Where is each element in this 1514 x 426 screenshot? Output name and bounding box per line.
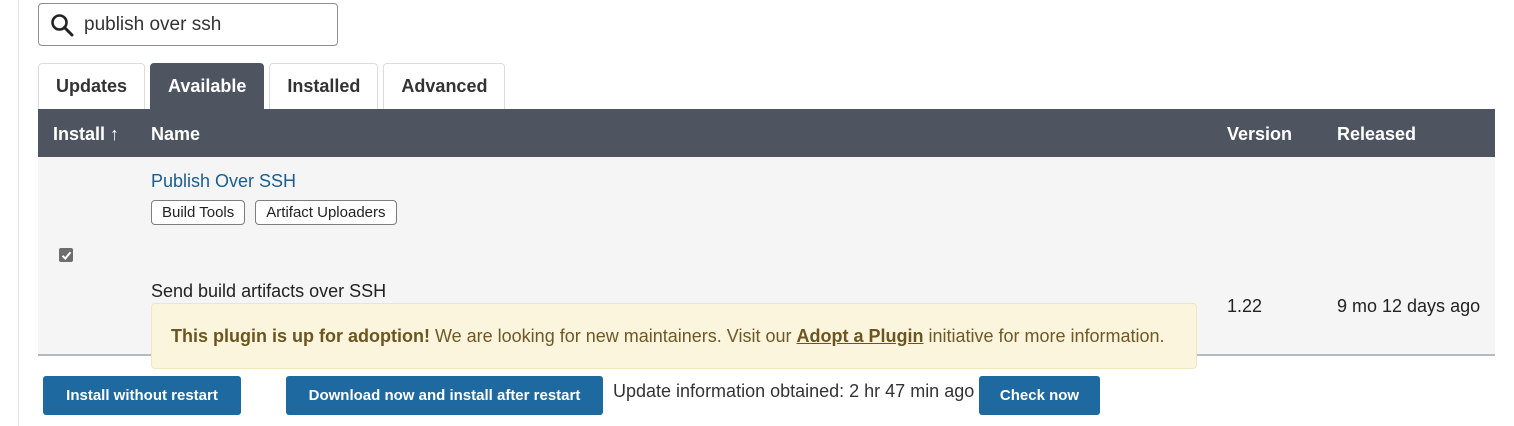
search-box[interactable]	[38, 3, 338, 46]
tab-bar: Updates Available Installed Advanced	[38, 63, 506, 109]
plugin-description: Send build artifacts over SSH	[151, 281, 387, 301]
install-without-restart-button[interactable]: Install without restart	[43, 376, 241, 415]
column-header-released[interactable]: Released	[1337, 109, 1416, 159]
tag-artifact-uploaders[interactable]: Artifact Uploaders	[255, 200, 397, 225]
tab-updates[interactable]: Updates	[38, 63, 146, 109]
search-input[interactable]	[84, 13, 324, 36]
table-row: Publish Over SSH Build Tools Artifact Up…	[38, 157, 1495, 369]
adopt-a-plugin-link[interactable]: Adopt a Plugin	[796, 326, 923, 347]
plugin-released: 9 mo 12 days ago	[1337, 296, 1481, 316]
update-info-text: Update information obtained: 2 hr 47 min…	[613, 381, 975, 401]
adoption-notice: This plugin is up for adoption! We are l…	[151, 303, 1197, 369]
column-header-name[interactable]: Name	[151, 109, 200, 159]
plugins-table: Install ↑ Name Version Released Publish …	[38, 109, 1495, 369]
download-install-after-restart-button[interactable]: Download now and install after restart	[286, 376, 603, 415]
tag-build-tools[interactable]: Build Tools	[151, 200, 246, 225]
tab-available[interactable]: Available	[150, 63, 265, 109]
tab-installed[interactable]: Installed	[269, 63, 379, 109]
plugin-name-link[interactable]: Publish Over SSH	[151, 171, 296, 192]
tab-advanced[interactable]: Advanced	[383, 63, 506, 109]
column-header-install[interactable]: Install ↑	[53, 109, 119, 159]
check-now-button[interactable]: Check now	[979, 376, 1100, 415]
column-header-version[interactable]: Version	[1227, 109, 1292, 159]
adoption-notice-title: This plugin is up for adoption!	[171, 325, 430, 346]
plugin-version: 1.22	[1227, 296, 1263, 316]
install-checkbox[interactable]	[59, 248, 73, 262]
search-icon	[51, 13, 74, 36]
checkmark-icon	[61, 251, 71, 260]
plugin-tags: Build Tools Artifact Uploaders	[151, 200, 397, 225]
adoption-notice-text-end: initiative for more information.	[928, 325, 1165, 346]
page-left-border	[18, 0, 19, 426]
adoption-notice-text: We are looking for new maintainers. Visi…	[434, 325, 792, 346]
table-header: Install ↑ Name Version Released	[38, 109, 1495, 157]
